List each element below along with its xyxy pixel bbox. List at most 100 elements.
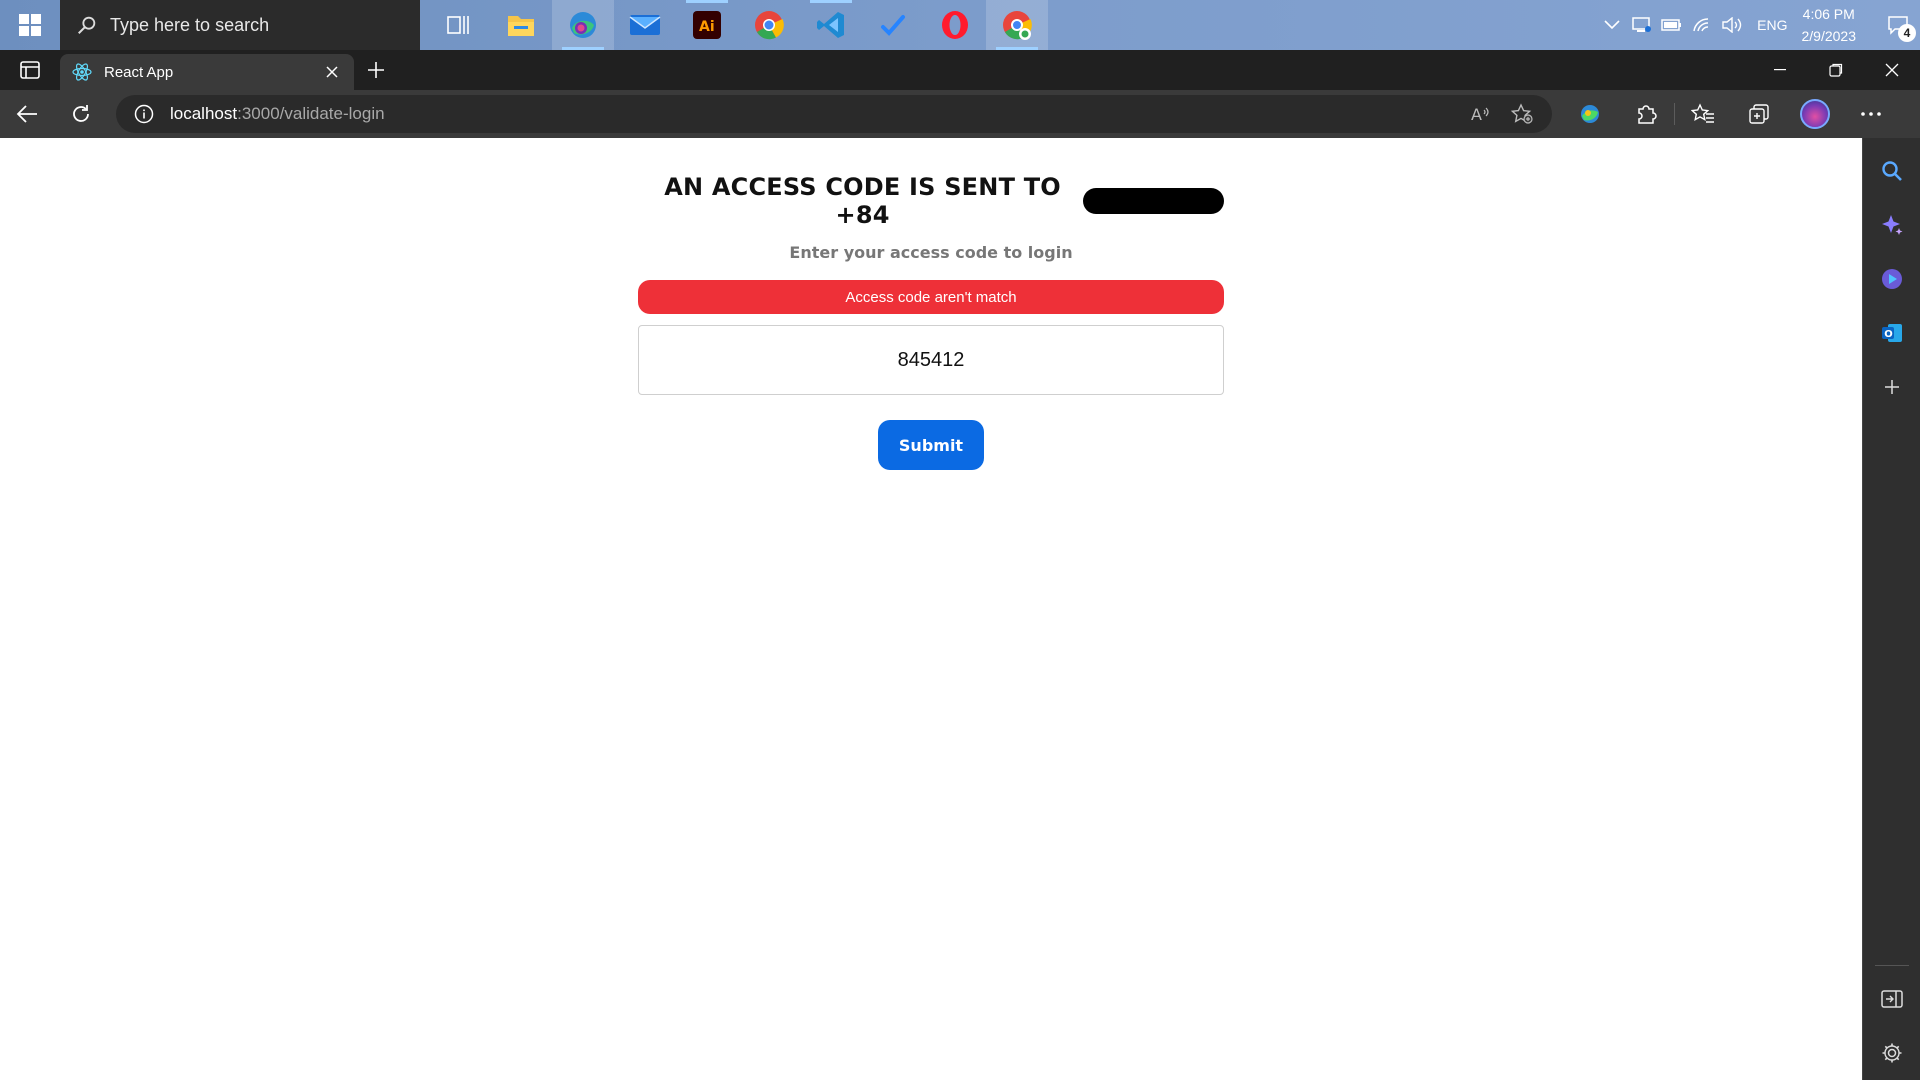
tab-actions-button[interactable]: [0, 50, 60, 90]
task-view-icon: [447, 16, 469, 34]
profile-button[interactable]: [1787, 90, 1843, 138]
avatar: [1800, 99, 1830, 129]
taskbar-illustrator[interactable]: Ai: [676, 0, 738, 50]
sidebar-settings-button[interactable]: [1863, 1026, 1920, 1080]
taskbar-mail[interactable]: [614, 0, 676, 50]
restore-button[interactable]: [1808, 50, 1864, 90]
clock-date: 2/9/2023: [1801, 28, 1857, 44]
mail-icon: [629, 15, 661, 35]
tab-close-button[interactable]: [322, 62, 342, 82]
minimize-button[interactable]: [1752, 50, 1808, 90]
search-icon: [78, 16, 96, 34]
tab-title: React App: [104, 63, 174, 81]
read-aloud-icon[interactable]: A: [1470, 104, 1492, 124]
chrome-profile-icon: [1003, 11, 1032, 40]
games-icon: [1882, 269, 1902, 289]
edge-icon: [570, 12, 596, 38]
network-drive-icon[interactable]: [1627, 15, 1657, 35]
extension-globe-icon: [1581, 105, 1599, 123]
start-button[interactable]: [0, 0, 60, 50]
taskbar: Type here to search Ai ENG 4:06 PM 2/9/2…: [0, 0, 1920, 50]
access-code-input[interactable]: [638, 325, 1224, 395]
refresh-button[interactable]: [54, 90, 108, 138]
page-viewport: AN ACCESS CODE IS SENT TO +84 Enter your…: [0, 138, 1862, 1080]
close-window-icon: [1885, 63, 1899, 77]
sidebar-hide-button[interactable]: [1863, 972, 1920, 1026]
settings-more-button[interactable]: [1843, 90, 1899, 138]
sidebar-search-button[interactable]: [1863, 144, 1920, 198]
sidebar-outlook-button[interactable]: O: [1863, 306, 1920, 360]
taskbar-jira[interactable]: [862, 0, 924, 50]
more-dots-icon: [1861, 112, 1881, 116]
chrome-icon: [755, 11, 784, 40]
minimize-icon: [1774, 69, 1786, 71]
submit-button[interactable]: Submit: [878, 420, 984, 470]
vscode-icon: [817, 12, 844, 38]
page-title-text: AN ACCESS CODE IS SENT TO +84: [664, 173, 1061, 229]
sidebar-games-button[interactable]: [1863, 252, 1920, 306]
collections-icon: [1749, 104, 1769, 124]
close-icon: [326, 66, 338, 78]
react-icon: [72, 63, 92, 81]
notification-count-badge: 4: [1898, 24, 1916, 42]
restore-icon: [1829, 63, 1843, 77]
extension-button[interactable]: [1562, 90, 1618, 138]
outlook-icon: O: [1882, 324, 1902, 342]
opera-icon: [942, 11, 968, 39]
favorites-button[interactable]: [1675, 90, 1731, 138]
back-arrow-icon: [16, 105, 37, 123]
wifi-icon[interactable]: [1687, 17, 1717, 33]
validate-login-form: AN ACCESS CODE IS SENT TO +84 Enter your…: [638, 138, 1224, 470]
jira-icon: [881, 15, 905, 36]
taskbar-search[interactable]: Type here to search: [60, 0, 420, 50]
address-bar[interactable]: localhost:3000/validate-login A: [116, 95, 1552, 133]
hide-sidebar-icon: [1881, 990, 1903, 1008]
browser-tab-bar: React App: [0, 50, 1920, 90]
taskbar-chrome-profile[interactable]: [986, 0, 1048, 50]
taskbar-file-explorer[interactable]: [490, 0, 552, 50]
puzzle-icon: [1638, 105, 1657, 124]
svg-text:Ai: Ai: [699, 19, 715, 35]
extensions-button[interactable]: [1618, 90, 1674, 138]
url-host: localhost: [170, 104, 238, 123]
gear-icon: [1882, 1043, 1902, 1063]
volume-icon[interactable]: [1717, 17, 1747, 33]
clock-time: 4:06 PM: [1802, 6, 1855, 22]
taskbar-search-placeholder: Type here to search: [110, 14, 270, 35]
edge-sidebar: O: [1862, 138, 1920, 1080]
sidebar-add-button[interactable]: [1863, 360, 1920, 414]
folder-icon: [508, 16, 534, 36]
taskbar-clock[interactable]: 4:06 PM 2/9/2023: [1802, 3, 1857, 47]
taskbar-opera[interactable]: [924, 0, 986, 50]
taskbar-vscode[interactable]: [800, 0, 862, 50]
url-path: :3000/validate-login: [237, 104, 385, 123]
input-language[interactable]: ENG: [1757, 17, 1787, 33]
refresh-icon: [73, 105, 89, 122]
favorites-icon: [1691, 103, 1714, 123]
page-title: AN ACCESS CODE IS SENT TO +84: [638, 173, 1224, 229]
svg-text:O: O: [1884, 329, 1893, 340]
info-icon[interactable]: [134, 104, 154, 124]
redacted-phone-number: [1083, 188, 1224, 214]
browser-tab[interactable]: React App: [60, 54, 354, 90]
new-tab-button[interactable]: [354, 50, 398, 90]
close-window-button[interactable]: [1864, 50, 1920, 90]
tab-actions-icon: [20, 61, 40, 79]
back-button[interactable]: [0, 90, 54, 138]
taskbar-edge[interactable]: [552, 0, 614, 50]
browser-toolbar: localhost:3000/validate-login A: [0, 90, 1920, 138]
taskbar-chrome[interactable]: [738, 0, 800, 50]
collections-button[interactable]: [1731, 90, 1787, 138]
sparkle-icon: [1882, 215, 1903, 235]
plus-icon: [1885, 380, 1899, 394]
battery-icon[interactable]: [1657, 18, 1687, 32]
illustrator-icon: Ai: [693, 11, 721, 39]
page-subtitle: Enter your access code to login: [789, 243, 1073, 262]
windows-logo-icon: [19, 14, 41, 36]
sidebar-discover-button[interactable]: [1863, 198, 1920, 252]
tray-overflow-chevron-icon[interactable]: [1597, 20, 1627, 30]
task-view-button[interactable]: [428, 0, 490, 50]
add-favorite-icon[interactable]: [1510, 103, 1534, 125]
notification-center-button[interactable]: 4: [1876, 0, 1920, 50]
search-icon: [1882, 161, 1902, 181]
